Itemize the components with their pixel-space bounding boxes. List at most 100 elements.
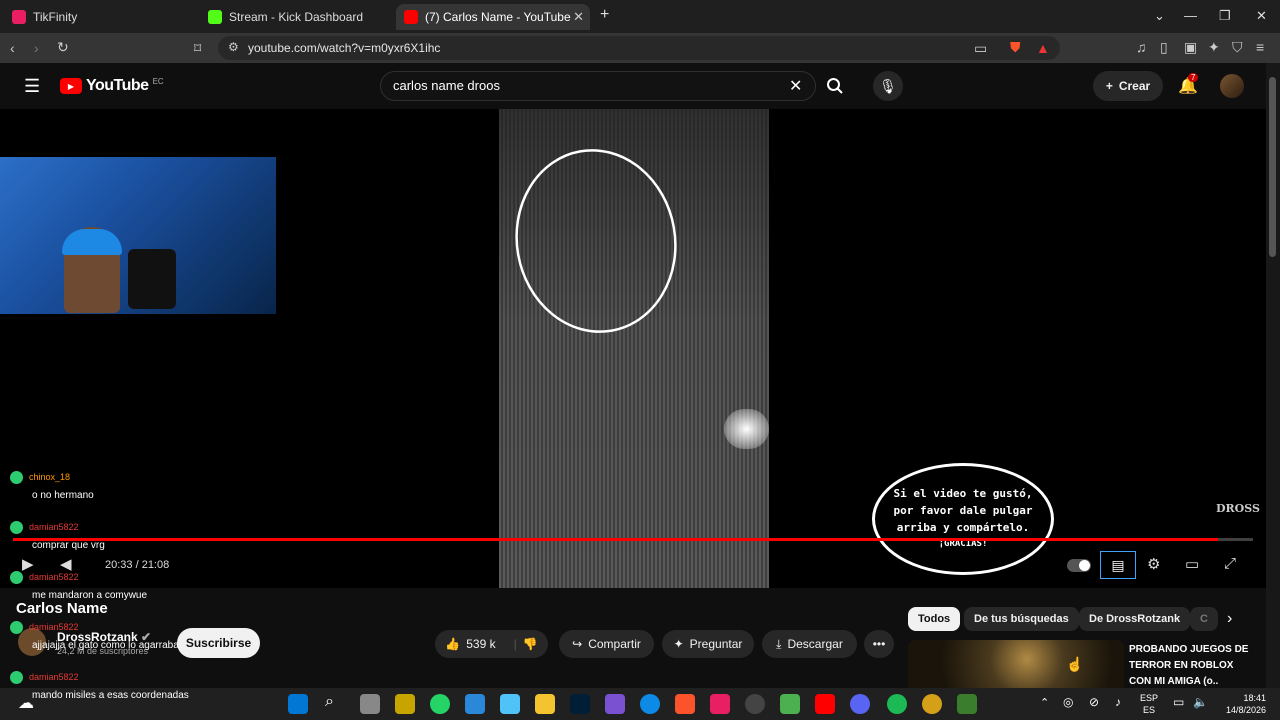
forward-icon[interactable]: ›: [34, 41, 39, 55]
like-button[interactable]: 👍 539 k | 👎: [435, 630, 548, 658]
tray-network-icon[interactable]: ⊘: [1089, 695, 1099, 709]
new-tab-icon[interactable]: +: [600, 6, 609, 24]
streamer-cap: [62, 229, 122, 255]
start-icon[interactable]: [288, 694, 308, 714]
tray-icon[interactable]: ◎: [1063, 695, 1073, 709]
youtube-play-icon: ▶: [60, 78, 82, 94]
chip-more[interactable]: C: [1190, 607, 1218, 631]
chip-all[interactable]: Todos: [908, 607, 961, 631]
search-input[interactable]: carlos name droos ✕: [380, 71, 816, 101]
tikfinity-taskbar-icon[interactable]: [710, 694, 730, 714]
store-icon[interactable]: [465, 694, 485, 714]
app2-icon[interactable]: [745, 694, 765, 714]
scrollbar-thumb[interactable]: [1269, 77, 1276, 257]
rec-title-line: CON MI AMIGA (o..: [1129, 676, 1219, 687]
cast-icon[interactable]: ▭: [974, 41, 987, 55]
settings-icon[interactable]: ⚙: [1147, 555, 1160, 573]
youtube-taskbar-icon[interactable]: [815, 694, 835, 714]
autoplay-toggle[interactable]: [1067, 559, 1091, 572]
avatar[interactable]: [1220, 74, 1244, 98]
download-button[interactable]: ⤓ Descargar: [762, 630, 857, 658]
tab-tikfinity[interactable]: TikFinity: [4, 4, 194, 30]
tab-youtube[interactable]: (7) Carlos Name - YouTube ✕: [396, 4, 590, 30]
thumbs-down-icon[interactable]: 👎: [523, 637, 538, 651]
video-frame[interactable]: [499, 109, 769, 588]
maximize-icon[interactable]: ❐: [1219, 8, 1231, 24]
vpn-icon[interactable]: ⛉: [1232, 40, 1243, 54]
close-window-icon[interactable]: ✕: [1256, 8, 1267, 24]
app4-icon[interactable]: [957, 694, 977, 714]
fullscreen-icon[interactable]: ⤢: [1224, 555, 1236, 572]
chip-from-channel[interactable]: De DrossRotzank: [1079, 607, 1191, 631]
brave-rewards-icon[interactable]: ▲: [1036, 41, 1050, 55]
sidebar-icon[interactable]: ▯: [1160, 40, 1168, 54]
task-view-icon[interactable]: [360, 694, 380, 714]
page-scrollbar[interactable]: [1266, 63, 1280, 688]
country-code: EC: [152, 76, 164, 86]
language-indicator[interactable]: ESP ES: [1140, 692, 1158, 716]
bookmark-icon[interactable]: ⌑: [194, 41, 201, 55]
chat-avatar: [10, 571, 23, 584]
dross-watermark: DROSS: [1216, 502, 1260, 515]
tab-list-icon[interactable]: ⌄: [1154, 8, 1165, 24]
url-field[interactable]: ⚙ youtube.com/watch?v=m0yxr6X1ihc: [218, 36, 1060, 60]
reload-icon[interactable]: ↻: [57, 40, 69, 54]
recommended-title[interactable]: PROBANDO JUEGOS DE TERROR EN ROBLOX CON …: [1129, 642, 1259, 688]
subtitles-icon[interactable]: ▤: [1100, 551, 1136, 579]
time-display: 20:33 / 21:08: [105, 559, 170, 571]
media-icon[interactable]: ♫: [1136, 40, 1147, 54]
tray-chevron-icon[interactable]: ⌃: [1040, 696, 1049, 709]
voice-search-button[interactable]: 🎙: [873, 71, 903, 101]
whatsapp-icon[interactable]: [430, 694, 450, 714]
leo-ai-icon[interactable]: ✦: [1208, 40, 1220, 54]
recommended-thumbnail[interactable]: [908, 640, 1124, 688]
tray-mic-icon[interactable]: ♪: [1115, 695, 1121, 709]
file-explorer-icon[interactable]: [535, 694, 555, 714]
brave-icon[interactable]: [675, 694, 695, 714]
bubble-line: Si el video te gustó,: [893, 487, 1033, 500]
minecraft-icon[interactable]: [780, 694, 800, 714]
hamburger-menu-icon[interactable]: ☰: [24, 77, 40, 95]
app-icon[interactable]: [395, 694, 415, 714]
back-icon[interactable]: ‹: [10, 41, 15, 55]
chat-avatar: [10, 471, 23, 484]
copilot-icon[interactable]: [605, 694, 625, 714]
theater-mode-icon[interactable]: ▭: [1185, 555, 1199, 573]
brave-shield-icon[interactable]: ⛊: [1010, 40, 1021, 54]
bubble-line: por favor dale pulgar: [893, 504, 1033, 517]
create-button[interactable]: + Crear: [1093, 71, 1163, 101]
app3-icon[interactable]: [922, 694, 942, 714]
files-icon[interactable]: [500, 694, 520, 714]
chip-from-searches[interactable]: De tus búsquedas: [964, 607, 1079, 631]
tab-kick-dashboard[interactable]: Stream - Kick Dashboard: [200, 4, 390, 30]
clock[interactable]: 18:41 14/8/2026: [1212, 692, 1266, 716]
photoshop-icon[interactable]: [570, 694, 590, 714]
drawn-circle: [515, 149, 677, 333]
rec-title-line: PROBANDO JUEGOS DE: [1129, 644, 1249, 655]
sparkle-icon: ✦: [673, 637, 684, 651]
speaker-icon[interactable]: 🔈: [1193, 695, 1208, 709]
share-button[interactable]: ↪ Compartir: [559, 630, 654, 658]
wallet-icon[interactable]: ▣: [1184, 40, 1197, 54]
notifications-button[interactable]: 🔔 7: [1178, 73, 1199, 96]
close-tab-icon[interactable]: ✕: [573, 9, 584, 25]
more-actions-button[interactable]: •••: [864, 630, 894, 658]
taskbar-search-icon[interactable]: ⌕: [325, 693, 334, 711]
discord-icon[interactable]: [850, 694, 870, 714]
browser-tab-bar: TikFinity Stream - Kick Dashboard (7) Ca…: [0, 0, 1280, 33]
clear-search-icon[interactable]: ✕: [789, 79, 802, 95]
minimize-icon[interactable]: —: [1184, 8, 1197, 23]
ask-button[interactable]: ✦ Preguntar: [662, 630, 754, 658]
spotify-icon[interactable]: [887, 694, 907, 714]
subscribe-button[interactable]: Suscribirse: [177, 628, 260, 658]
wifi-icon[interactable]: ▭: [1173, 695, 1184, 709]
edge-icon[interactable]: [640, 694, 660, 714]
progress-bar[interactable]: [13, 538, 1253, 541]
chevron-right-icon[interactable]: ›: [1227, 610, 1232, 628]
chat-avatar: [10, 621, 23, 634]
search-button[interactable]: [820, 71, 850, 101]
youtube-logo[interactable]: ▶ YouTube EC: [60, 77, 164, 95]
rec-title-line: TERROR EN ROBLOX: [1129, 660, 1234, 671]
menu-icon[interactable]: ≡: [1256, 40, 1264, 54]
site-info-icon[interactable]: ⚙: [228, 41, 239, 53]
